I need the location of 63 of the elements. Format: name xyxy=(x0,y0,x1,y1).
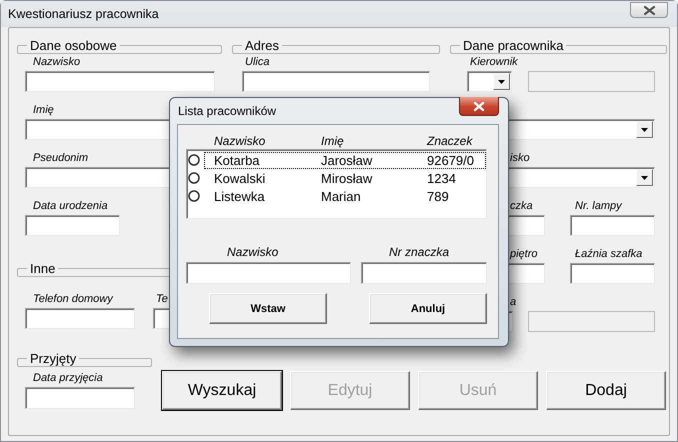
field-label: Te xyxy=(156,292,168,306)
list-row[interactable]: Kotarba Jarosław 92679/0 xyxy=(204,152,486,168)
text-field[interactable] xyxy=(570,263,655,284)
field-label: Kierownik xyxy=(470,55,518,69)
close-button[interactable] xyxy=(459,97,499,116)
field-label: Imię xyxy=(33,103,54,117)
group-title: Dane osobowe xyxy=(29,38,118,53)
column-header: Imię xyxy=(321,134,345,148)
table-cell-text: Marian xyxy=(321,188,362,204)
group-title: Przyjęty xyxy=(29,351,78,366)
column-header: Znaczek xyxy=(427,134,474,148)
add-button[interactable]: Dodaj xyxy=(546,371,666,410)
text-field[interactable] xyxy=(570,215,655,236)
text-field[interactable] xyxy=(25,308,135,329)
table-cell-text: Jarosław xyxy=(321,152,374,168)
table-cell-text: 92679/0 xyxy=(427,152,475,168)
close-icon xyxy=(642,4,656,16)
field-label: Data przyjęcia xyxy=(33,371,103,385)
field-label: a xyxy=(510,295,516,309)
window-title: Kwestionariusz pracownika xyxy=(8,7,159,21)
group-title: Adres xyxy=(244,38,280,53)
list-row[interactable]: Listewka Marian 789 xyxy=(204,188,486,204)
group-title: Inne xyxy=(29,261,56,276)
table-cell-text: 789 xyxy=(427,188,450,204)
field-label: piętro xyxy=(510,247,538,261)
radio-button[interactable] xyxy=(188,154,200,166)
field-label: Nr. lampy xyxy=(575,199,622,213)
radio-button[interactable] xyxy=(188,190,200,202)
table-cell-text: Mirosław xyxy=(321,170,374,186)
caret-icon xyxy=(641,176,648,180)
text-field[interactable] xyxy=(25,71,215,92)
field-label: Pseudonim xyxy=(33,151,88,165)
group-title: Dane pracownika xyxy=(462,38,564,53)
text-field[interactable] xyxy=(25,215,120,236)
table-cell-text: Kowalski xyxy=(214,170,266,186)
close-button[interactable] xyxy=(630,2,668,18)
field-label: isko xyxy=(510,151,530,165)
table-cell-text: Listewka xyxy=(214,188,266,204)
text-field[interactable] xyxy=(25,387,135,409)
field-label: Telefon domowy xyxy=(33,292,113,306)
table-cell-text: 1234 xyxy=(427,170,457,186)
field-label: Nr znaczka xyxy=(389,245,450,259)
caret-icon xyxy=(498,80,505,84)
search-button[interactable]: Wyszukaj xyxy=(162,371,282,410)
text-field[interactable] xyxy=(361,262,487,284)
text-field[interactable] xyxy=(186,262,351,284)
table-cell-text: Kotarba xyxy=(214,152,261,168)
insert-button[interactable]: Wstaw xyxy=(209,293,327,324)
field-label: czka xyxy=(510,199,533,213)
field-label: Nazwisko xyxy=(33,55,80,69)
field-label: Łaźnia szafka xyxy=(575,247,642,261)
list-row[interactable]: Kowalski Mirosław 1234 xyxy=(204,170,486,186)
text-field[interactable] xyxy=(242,71,430,92)
field-label: Data urodzenia xyxy=(33,199,108,213)
caret-icon xyxy=(641,128,648,132)
field-label: Ulica xyxy=(245,55,270,69)
cancel-button[interactable]: Anuluj xyxy=(369,293,487,324)
radio-button[interactable] xyxy=(188,172,200,184)
column-header: Nazwisko xyxy=(214,134,266,148)
dialog-title: Lista pracowników xyxy=(178,104,276,118)
combo-box[interactable] xyxy=(467,71,512,92)
field-label: Nazwisko xyxy=(227,245,278,259)
close-icon xyxy=(473,100,485,112)
